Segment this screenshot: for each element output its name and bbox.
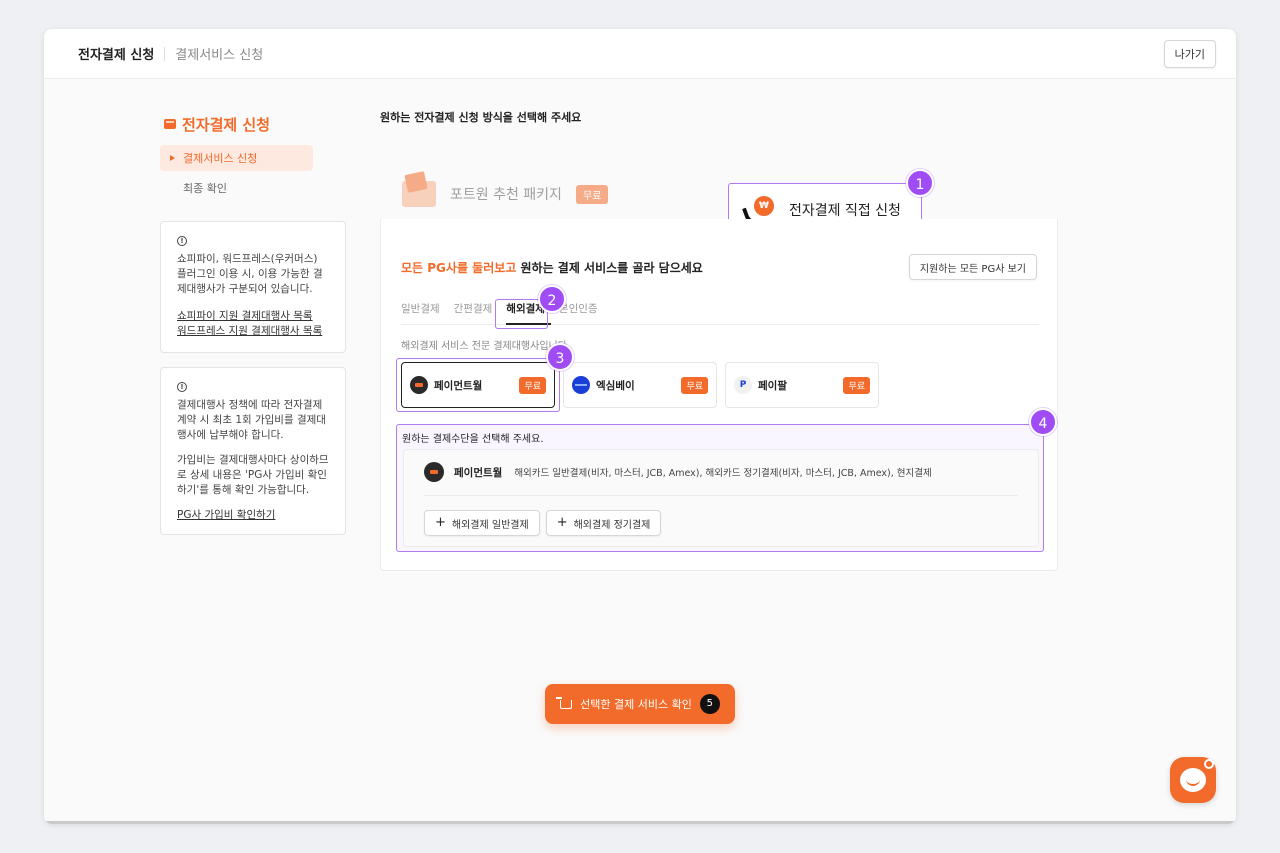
step-marker-4: 4 bbox=[1029, 408, 1057, 436]
window-bottom-edge bbox=[44, 821, 1236, 824]
highlight-frame bbox=[396, 358, 560, 412]
exit-button[interactable]: 나가기 bbox=[1163, 39, 1216, 68]
tab-label: 포트원 추천 패키지 bbox=[450, 187, 562, 203]
plus-icon: + bbox=[435, 515, 446, 530]
breadcrumb-current: 결제서비스 신청 bbox=[175, 48, 264, 63]
sidebar-title: 전자결제 신청 bbox=[164, 113, 346, 135]
chat-support-button[interactable] bbox=[1170, 757, 1216, 803]
step-marker-1: 1 bbox=[906, 169, 934, 197]
free-badge: 무료 bbox=[681, 376, 708, 394]
info-card-fees: ! 결제대행사 정책에 따라 전자결제 계약 시 최초 1회 가입비를 결제대행… bbox=[160, 367, 346, 535]
info-card-text: 쇼피파이, 워드프레스(우커머스) 플러그인 이용 시, 이용 가능한 결제대행… bbox=[177, 253, 323, 295]
info-icon: ! bbox=[177, 236, 187, 246]
free-badge: 무료 bbox=[843, 376, 870, 394]
add-overseas-recurring-button[interactable]: + 해외결제 정기결제 bbox=[545, 510, 662, 536]
selected-pg-name: 페이먼트월 bbox=[454, 466, 503, 479]
pg-name: 페이팔 bbox=[758, 379, 787, 392]
sidebar-item-label: 결제서비스 신청 bbox=[183, 152, 258, 165]
divider bbox=[424, 495, 1018, 496]
button-label: 해외결제 일반결제 bbox=[451, 519, 529, 531]
info-card-text-1: 결제대행사 정책에 따라 전자결제 계약 시 최초 1회 가입비를 결제대행사에… bbox=[177, 399, 326, 441]
selected-pg-card: 페이먼트월 해외카드 일반결제(비자, 마스터, JCB, Amex), 해외카… bbox=[403, 449, 1039, 547]
info-icon: ! bbox=[177, 382, 187, 392]
sidebar: 전자결제 신청 결제서비스 신청 최종 확인 bbox=[160, 113, 346, 196]
pg-name: 엑심베이 bbox=[596, 379, 635, 392]
step-marker-2: 2 bbox=[538, 285, 566, 313]
category-description: 해외결제 서비스 전문 결제대행사입니다. bbox=[401, 341, 571, 352]
selected-pg-description: 해외카드 일반결제(비자, 마스터, JCB, Amex), 해외카드 정기결제… bbox=[514, 468, 932, 479]
shopify-pg-list-link[interactable]: 쇼피파이 지원 결제대행사 목록 bbox=[177, 309, 329, 324]
select-hint: 원하는 결제수단을 선택해 주세요. bbox=[402, 434, 544, 445]
cart-icon bbox=[556, 696, 573, 709]
confirm-label: 선택한 결제 서비스 확인 bbox=[580, 698, 692, 711]
main-content: 원하는 전자결제 신청 방식을 선택해 주세요 포트원 추천 패키지 무료 ₩ … bbox=[380, 109, 1058, 571]
caret-right-icon bbox=[170, 155, 175, 161]
top-bar: 전자결제 신청 결제서비스 신청 나가기 bbox=[44, 29, 1236, 79]
panel-heading-rest: 원하는 결제 서비스를 골라 담으세요 bbox=[516, 261, 703, 275]
breadcrumb-divider bbox=[164, 46, 166, 61]
selected-pg-row: 페이먼트월 해외카드 일반결제(비자, 마스터, JCB, Amex), 해외카… bbox=[424, 462, 932, 482]
payment-method-selector: 원하는 결제수단을 선택해 주세요. 페이먼트월 해외카드 일반결제(비자, 마… bbox=[396, 424, 1044, 552]
tab-general-payment[interactable]: 일반결제 bbox=[401, 303, 446, 325]
pg-selection-panel: 모든 PG사를 둘러보고 원하는 결제 서비스를 골라 담으세요 지원하는 모든… bbox=[380, 219, 1058, 571]
plus-icon: + bbox=[556, 515, 568, 530]
wallet-icon bbox=[164, 119, 176, 129]
chat-icon bbox=[1180, 768, 1206, 792]
pg-fee-check-link[interactable]: PG사 가입비 확인하기 bbox=[177, 508, 329, 523]
selected-count-badge: 5 bbox=[699, 694, 720, 714]
step-marker-3: 3 bbox=[546, 343, 574, 371]
info-card-text-2: 가입비는 결제대행사마다 상이하므로 상세 내용은 'PG사 가입비 확인하기'… bbox=[177, 454, 329, 496]
method-button-group: + 해외결제 일반결제 + 해외결제 정기결제 bbox=[424, 510, 662, 536]
pg-card-paypal[interactable]: P 페이팔 무료 bbox=[725, 362, 879, 408]
sidebar-item-final-check[interactable]: 최종 확인 bbox=[183, 180, 346, 196]
envelope-icon bbox=[402, 181, 436, 207]
free-badge: 무료 bbox=[575, 184, 609, 204]
sidebar-item-payment-service[interactable]: 결제서비스 신청 bbox=[160, 145, 313, 171]
panel-heading-accent: 모든 PG사를 둘러보고 bbox=[401, 261, 517, 275]
pg-card-eximbay[interactable]: 엑심베이 무료 bbox=[563, 362, 717, 408]
notification-dot bbox=[1204, 759, 1214, 769]
page-title: 전자결제 신청 bbox=[78, 48, 155, 63]
paymentwall-logo bbox=[424, 462, 444, 482]
tab-easy-payment[interactable]: 간편결제 bbox=[454, 303, 499, 325]
info-card-plugins: ! 쇼피파이, 워드프레스(우커머스) 플러그인 이용 시, 이용 가능한 결제… bbox=[160, 221, 346, 353]
view-all-pg-button[interactable]: 지원하는 모든 PG사 보기 bbox=[908, 254, 1037, 280]
tab-label: 전자결제 직접 신청 bbox=[789, 203, 901, 219]
eximbay-logo bbox=[572, 376, 590, 394]
paypal-logo: P bbox=[734, 376, 752, 394]
confirm-selected-services-button[interactable]: 선택한 결제 서비스 확인 5 bbox=[545, 684, 735, 724]
button-label: 해외결제 정기결제 bbox=[573, 519, 651, 531]
main-heading: 원하는 전자결제 신청 방식을 선택해 주세요 bbox=[380, 111, 582, 124]
tab-identity-verification[interactable]: 본인인증 bbox=[559, 303, 604, 325]
wordpress-pg-list-link[interactable]: 워드프레스 지원 결제대행사 목록 bbox=[177, 324, 329, 339]
sidebar-title-text: 전자결제 신청 bbox=[182, 115, 271, 134]
panel-heading: 모든 PG사를 둘러보고 원하는 결제 서비스를 골라 담으세요 bbox=[401, 259, 703, 276]
add-overseas-general-button[interactable]: + 해외결제 일반결제 bbox=[424, 510, 540, 536]
app-window: 전자결제 신청 결제서비스 신청 나가기 전자결제 신청 결제서비스 신청 최종… bbox=[44, 29, 1236, 824]
